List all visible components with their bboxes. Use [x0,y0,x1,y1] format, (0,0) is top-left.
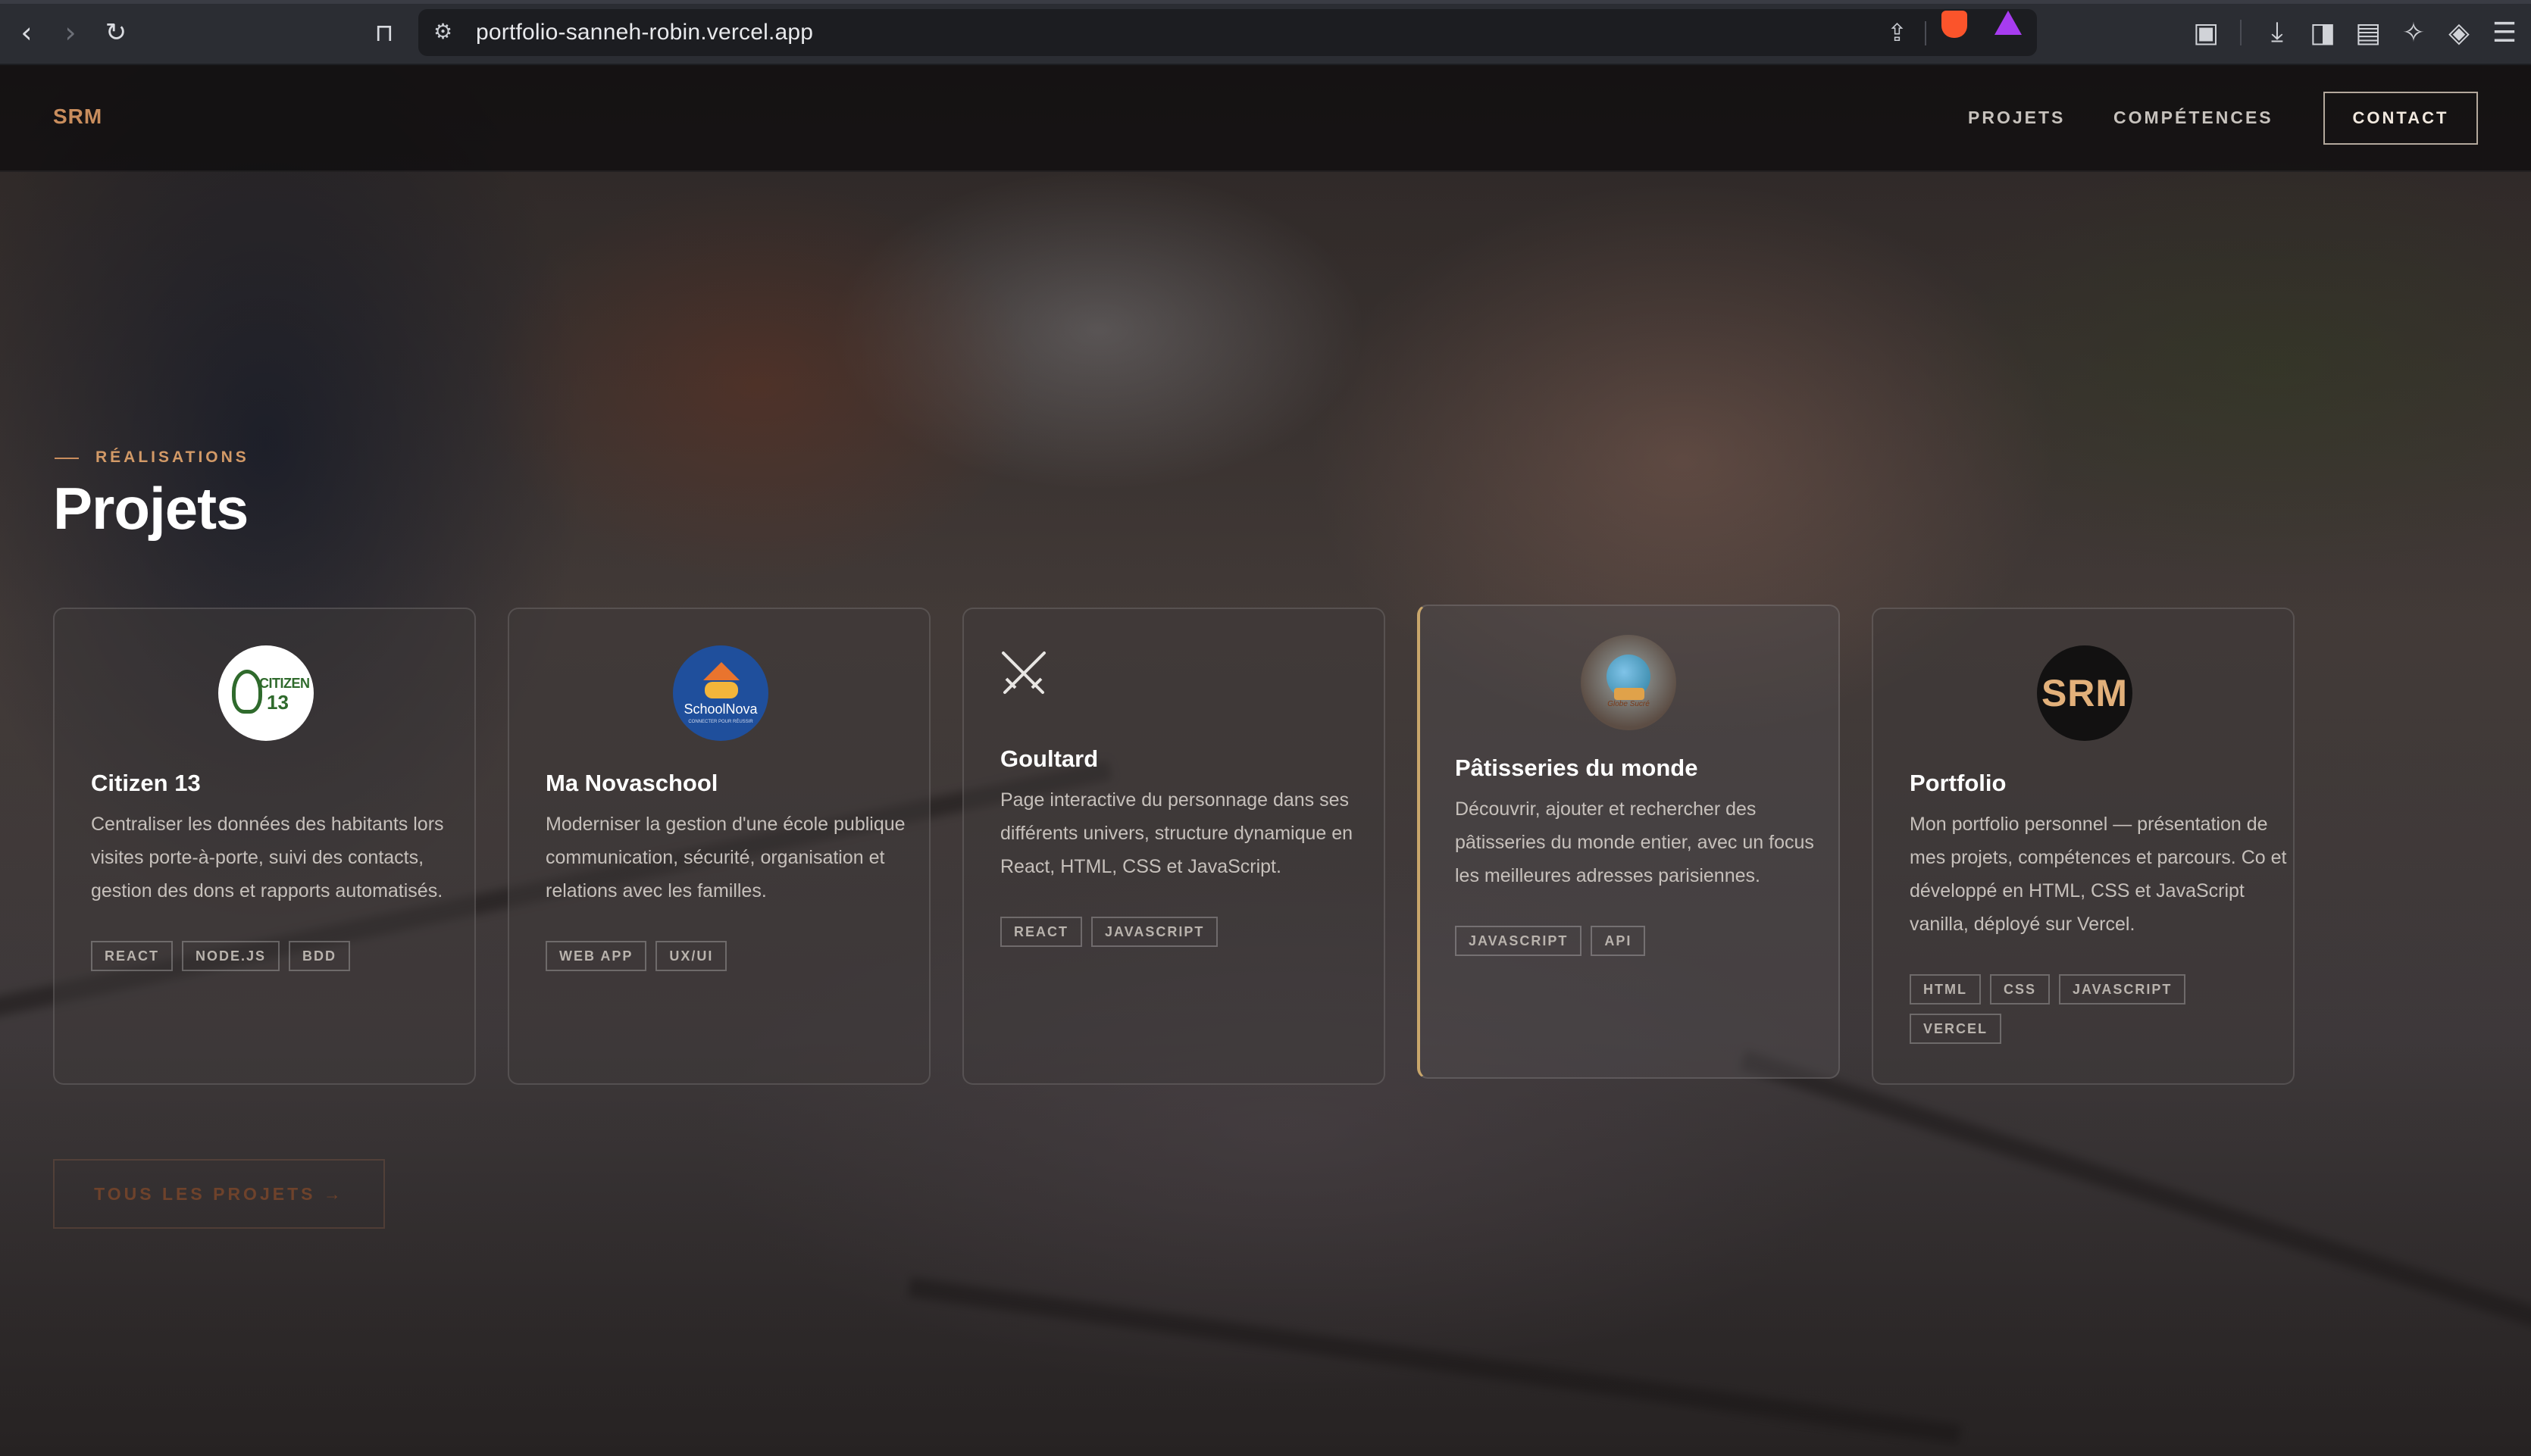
tag-list: HTML CSS JAVASCRIPT VERCEL [1910,974,2266,1044]
tag: VERCEL [1910,1014,2002,1044]
tag: JAVASCRIPT [1091,917,1219,947]
logo-text: SRM [2041,672,2129,714]
tag-list: JAVASCRIPT API [1455,926,1811,956]
share-icon[interactable]: ⇪ [1887,18,1907,47]
tag-list: REACT JAVASCRIPT [1000,917,1356,947]
site-header: SRM PROJETS COMPÉTENCES CONTACT [0,65,2531,172]
logo-number: 13 [267,691,289,714]
project-card-patisseries-du-monde[interactable]: Globe Sucré Pâtisseries du monde Découvr… [1417,605,1840,1079]
tag: CSS [1989,974,2050,1005]
divider [1925,21,1926,45]
section-title: Projets [53,475,249,542]
srm-logo: SRM [2037,645,2132,741]
tag: REACT [91,941,173,971]
logo-text: SchoolNova [684,701,758,717]
project-title: Ma Novaschool [546,770,718,796]
tab-strip [0,0,2531,4]
background-decoration [908,1277,1962,1445]
project-title: Pâtisseries du monde [1455,755,1698,781]
project-description: Mon portfolio personnel — présentation d… [1910,814,2287,935]
tag: WEB APP [546,941,647,971]
citizen-emblem-icon [232,670,262,714]
project-description: Centraliser les données des habitants lo… [91,814,444,901]
sidebar-icon[interactable]: ◨ [2304,14,2342,52]
contact-button[interactable]: CONTACT [2323,92,2478,145]
browser-toolbar: ‹ › ↻ ⊓ ⚙ portfolio-sanneh-robin.vercel.… [0,0,2531,65]
reload-icon: ↻ [105,17,127,48]
project-title: Citizen 13 [91,770,201,796]
tag: JAVASCRIPT [2059,974,2186,1005]
vpn-icon[interactable]: ◈ [2440,14,2478,52]
chevron-left-icon: ‹ [20,16,33,49]
address-bar[interactable]: ⚙ portfolio-sanneh-robin.vercel.app ⇪ [418,9,2037,56]
citizen-13-logo: CITIZEN 13 [218,645,314,741]
tag: JAVASCRIPT [1455,926,1582,956]
background-decoration [1739,1050,2531,1351]
tag-list: WEB APP UX/UI [546,941,902,971]
url-text[interactable]: portfolio-sanneh-robin.vercel.app [476,20,813,45]
tag: NODE.JS [182,941,280,971]
bookmark-icon: ⊓ [374,18,394,47]
eyebrow-line [55,458,79,459]
project-card-goultard[interactable]: Goultard Page interactive du personnage … [962,608,1385,1085]
reload-button[interactable]: ↻ [95,12,136,53]
project-description: Découvrir, ajouter et rechercher des pât… [1455,798,1814,886]
logo-subtext: CONNECTER POUR RÉUSSIR [688,720,753,724]
nav-link-competences[interactable]: COMPÉTENCES [2113,108,2273,128]
project-card-ma-novaschool[interactable]: SchoolNova CONNECTER POUR RÉUSSIR Ma Nov… [508,608,931,1085]
menu-icon[interactable]: ☰ [2486,14,2523,52]
chevron-right-icon: › [64,16,77,49]
nav-link-projets[interactable]: PROJETS [1968,108,2065,128]
project-description: Page interactive du personnage dans ses … [1000,789,1353,877]
project-card-portfolio[interactable]: SRM Portfolio Mon portfolio personnel — … [1872,608,2295,1085]
tag: HTML [1910,974,1981,1005]
back-button[interactable]: ‹ [6,12,47,53]
project-card-citizen-13[interactable]: CITIZEN 13 Citizen 13 Centraliser les do… [53,608,476,1085]
cake-icon [1614,688,1644,700]
download-icon[interactable]: ⤓ [2258,14,2296,52]
tag: BDD [289,941,351,971]
divider [2240,20,2242,45]
project-title: Goultard [1000,745,1099,772]
site-logo[interactable]: SRM [53,105,102,129]
logo-text: CITIZEN [259,676,310,691]
leo-ai-icon[interactable]: ✧ [2395,14,2432,52]
all-projects-button[interactable]: TOUS LES PROJETS → [53,1159,385,1229]
logo-text: Globe Sucré [1607,700,1650,708]
globe-sucre-logo: Globe Sucré [1581,635,1676,730]
section-eyebrow: RÉALISATIONS [95,448,249,466]
tag: REACT [1000,917,1082,947]
wallet-icon[interactable]: ▤ [2349,14,2387,52]
schoolnova-logo: SchoolNova CONNECTER POUR RÉUSSIR [673,645,768,741]
tune-icon[interactable]: ⚙ [433,19,461,46]
crossed-swords-icon [1002,651,1046,694]
brave-rewards-icon[interactable] [1994,11,2022,35]
tag: UX/UI [655,941,727,971]
bookmark-button[interactable]: ⊓ [364,12,405,53]
reader-mode-icon[interactable]: ▣ [2187,14,2225,52]
forward-button[interactable]: › [50,12,91,53]
project-title: Portfolio [1910,770,2007,796]
house-icon [703,662,740,680]
people-icon [705,682,738,698]
tag-list: REACT NODE.JS BDD [91,941,447,971]
tag: API [1591,926,1646,956]
brave-shield-icon[interactable] [1941,11,1967,38]
page-viewport: SRM PROJETS COMPÉTENCES CONTACT RÉALISAT… [0,65,2531,1456]
project-description: Moderniser la gestion d'une école publiq… [546,814,906,901]
